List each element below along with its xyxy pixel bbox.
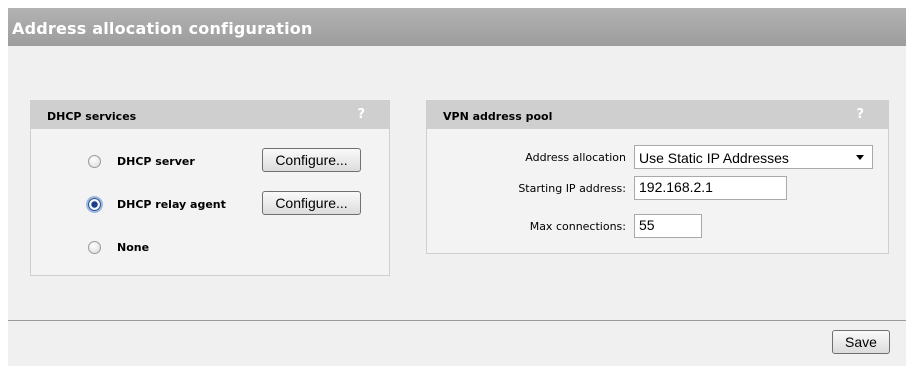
starting-ip-label: Starting IP address:: [518, 182, 626, 195]
chevron-down-icon: [856, 155, 864, 160]
footer-divider: [8, 320, 906, 321]
vpn-help-icon[interactable]: ?: [856, 107, 864, 122]
vpn-address-pool-header: VPN address pool ?: [427, 101, 888, 129]
none-label: None: [117, 240, 150, 254]
dhcp-help-icon[interactable]: ?: [357, 107, 365, 122]
none-radio[interactable]: [88, 240, 101, 254]
vpn-address-pool-panel: VPN address pool ? Address allocation Us…: [426, 100, 889, 254]
dhcp-relay-agent-label: DHCP relay agent: [117, 197, 226, 211]
dhcp-services-header: DHCP services ?: [31, 101, 389, 129]
starting-ip-input[interactable]: 192.168.2.1: [634, 176, 787, 200]
dhcp-services-title: DHCP services: [47, 110, 137, 123]
address-allocation-select[interactable]: Use Static IP Addresses: [634, 145, 873, 169]
address-allocation-label: Address allocation: [525, 151, 626, 164]
dhcp-server-configure-button[interactable]: Configure...: [262, 148, 361, 172]
dhcp-services-panel: DHCP services ? DHCP server Configure...…: [30, 100, 390, 276]
dhcp-relay-agent-radio[interactable]: [88, 197, 101, 211]
page: Address allocation configuration DHCP se…: [8, 8, 906, 366]
address-allocation-value: Use Static IP Addresses: [639, 150, 789, 166]
save-button[interactable]: Save: [832, 330, 890, 354]
vpn-address-pool-title: VPN address pool: [443, 110, 553, 123]
dhcp-relay-configure-button[interactable]: Configure...: [262, 191, 361, 215]
page-title: Address allocation configuration: [8, 8, 906, 46]
max-connections-label: Max connections:: [529, 220, 626, 233]
max-connections-input[interactable]: 55: [634, 214, 702, 238]
dhcp-server-label: DHCP server: [117, 154, 195, 168]
dhcp-server-radio[interactable]: [88, 154, 101, 168]
